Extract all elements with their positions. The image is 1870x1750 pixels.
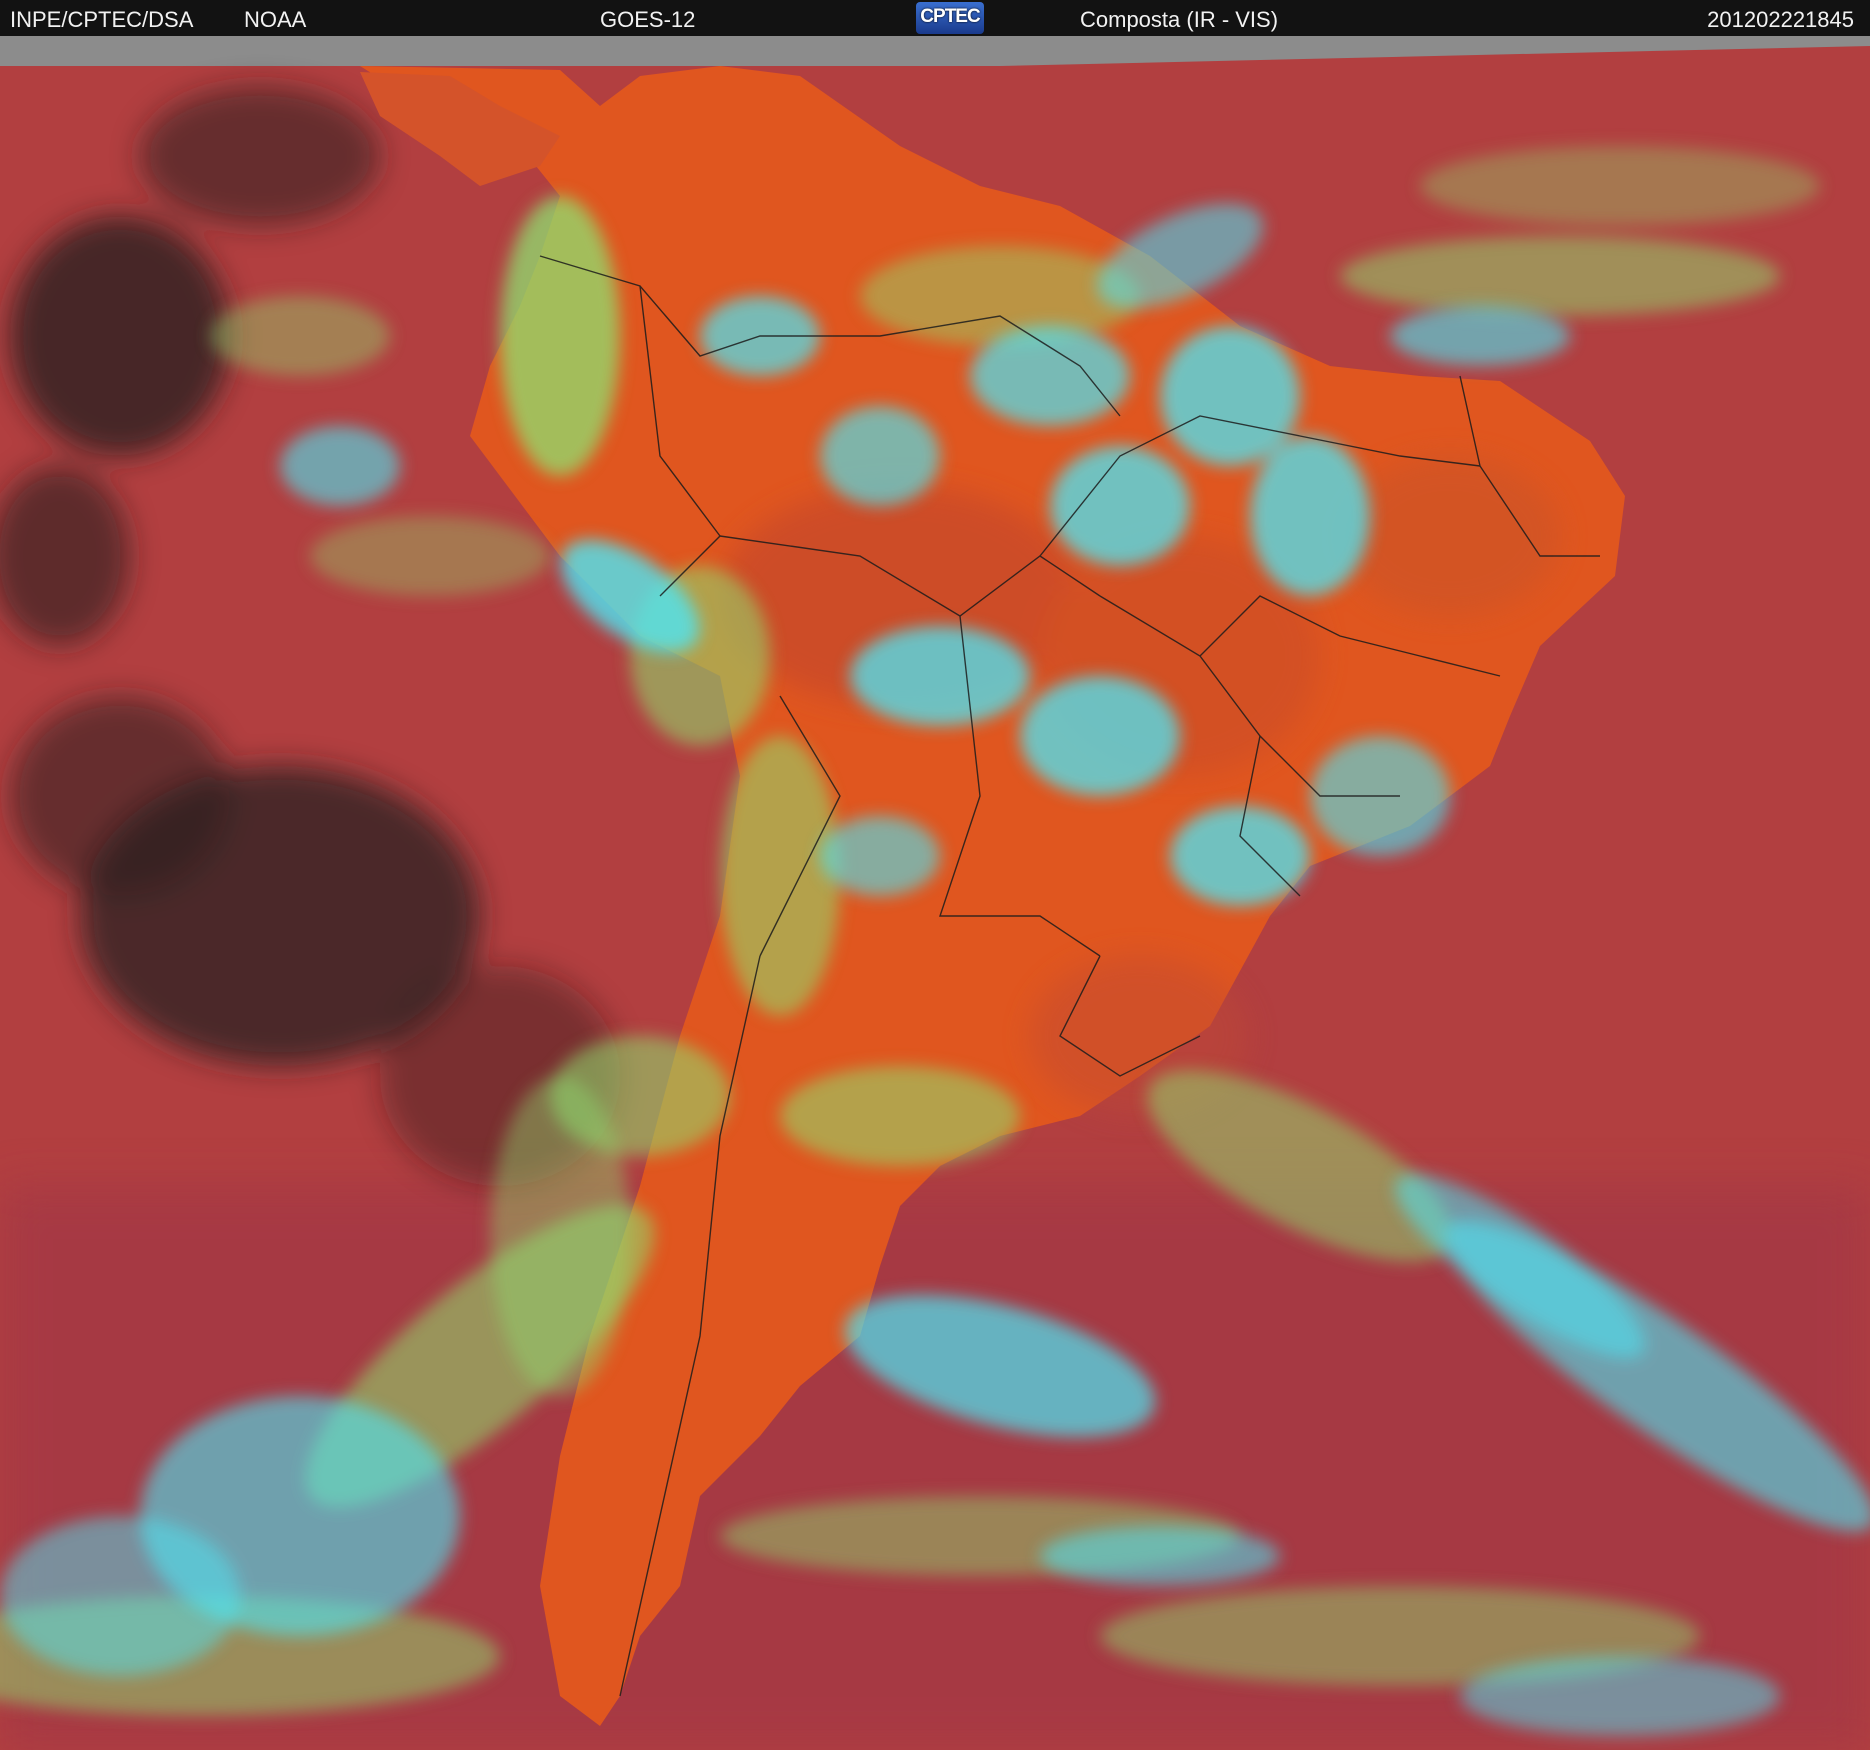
image-header: INPE/CPTEC/DSA NOAA GOES-12 CPTEC Compos… [0,0,1870,36]
cptec-logo: CPTEC [916,2,984,34]
timestamp-label: 201202221845 [1707,7,1854,32]
product-label: Composta (IR - VIS) [1080,7,1279,32]
satellite-label: GOES-12 [600,7,696,32]
logo-text: CPTEC [920,6,980,27]
satellite-image-canvas [0,36,1870,1750]
source-label: INPE/CPTEC/DSA [10,7,194,32]
satellite-image [0,36,1870,1750]
agency-label: NOAA [244,7,307,32]
